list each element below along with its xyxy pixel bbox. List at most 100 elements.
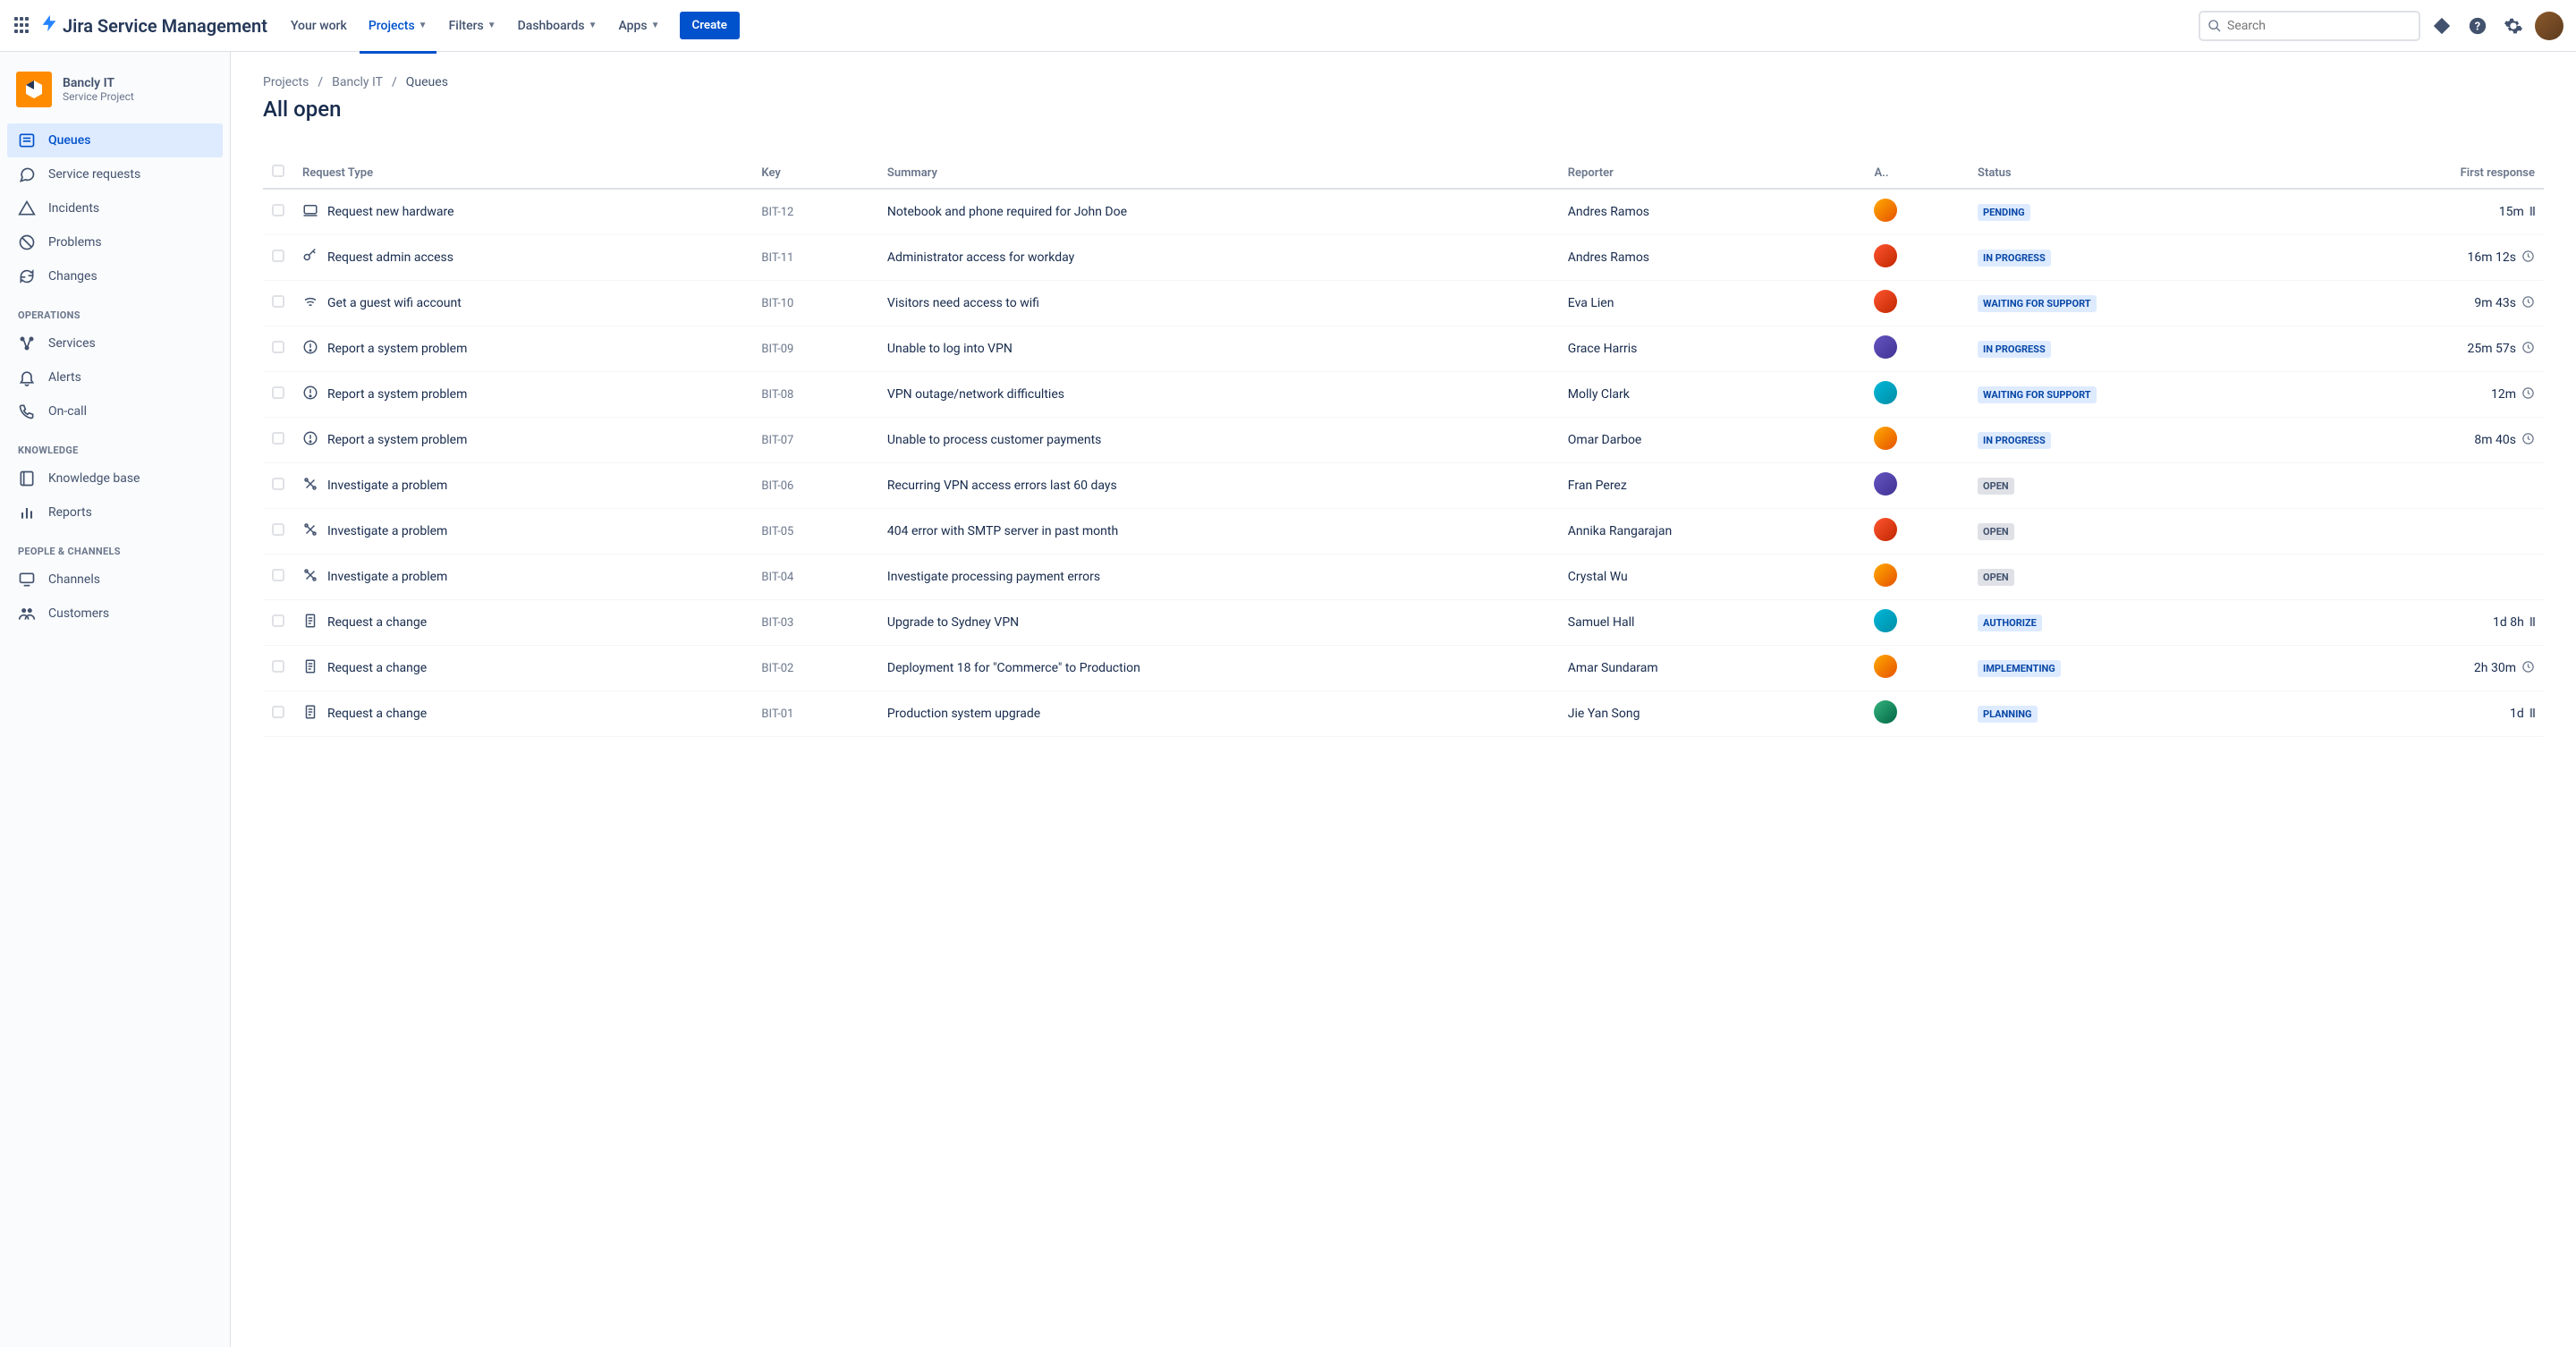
status-badge[interactable]: PLANNING [1978, 706, 2038, 723]
user-avatar[interactable] [2535, 12, 2563, 40]
sidebar-item-service-requests[interactable]: Service requests [7, 157, 223, 191]
status-badge[interactable]: AUTHORIZE [1978, 614, 2042, 631]
issue-key[interactable]: BIT-09 [761, 343, 793, 356]
table-row[interactable]: Report a system problemBIT-09Unable to l… [263, 326, 2544, 372]
status-badge[interactable]: OPEN [1978, 478, 2014, 495]
summary[interactable]: VPN outage/network difficulties [887, 387, 1064, 402]
summary[interactable]: Unable to log into VPN [887, 342, 1013, 356]
table-row[interactable]: Report a system problemBIT-07Unable to p… [263, 418, 2544, 463]
nav-filters[interactable]: Filters▼ [440, 13, 505, 38]
app-switcher-icon[interactable] [13, 15, 34, 37]
summary[interactable]: Unable to process customer payments [887, 433, 1101, 447]
select-all-checkbox[interactable] [272, 165, 284, 177]
create-button[interactable]: Create [680, 12, 740, 39]
table-row[interactable]: Request new hardwareBIT-12Notebook and p… [263, 189, 2544, 235]
col-key[interactable]: Key [752, 157, 878, 189]
table-row[interactable]: Report a system problemBIT-08VPN outage/… [263, 372, 2544, 418]
summary[interactable]: Administrator access for workday [887, 250, 1074, 265]
assignee-avatar[interactable] [1874, 335, 1897, 359]
summary[interactable]: Deployment 18 for "Commerce" to Producti… [887, 661, 1140, 675]
col-assignee[interactable]: A.. [1865, 157, 1969, 189]
search-box[interactable] [2199, 11, 2420, 41]
row-checkbox[interactable] [272, 341, 284, 353]
sidebar-item-queues[interactable]: Queues [7, 123, 223, 157]
assignee-avatar[interactable] [1874, 290, 1897, 313]
row-checkbox[interactable] [272, 706, 284, 718]
sidebar-item-services[interactable]: Services [7, 326, 223, 360]
status-badge[interactable]: IN PROGRESS [1978, 250, 2051, 267]
status-badge[interactable]: WAITING FOR SUPPORT [1978, 386, 2097, 403]
help-icon[interactable]: ? [2463, 12, 2492, 40]
sidebar-item-alerts[interactable]: Alerts [7, 360, 223, 394]
assignee-avatar[interactable] [1874, 472, 1897, 496]
sidebar-item-knowledge-base[interactable]: Knowledge base [7, 462, 223, 496]
settings-icon[interactable] [2499, 12, 2528, 40]
summary[interactable]: Notebook and phone required for John Doe [887, 205, 1127, 219]
assignee-avatar[interactable] [1874, 563, 1897, 587]
row-checkbox[interactable] [272, 523, 284, 536]
status-badge[interactable]: WAITING FOR SUPPORT [1978, 295, 2097, 312]
assignee-avatar[interactable] [1874, 655, 1897, 678]
assignee-avatar[interactable] [1874, 199, 1897, 222]
nav-your-work[interactable]: Your work [282, 13, 356, 38]
nav-apps[interactable]: Apps▼ [610, 13, 669, 38]
col-reporter[interactable]: Reporter [1559, 157, 1866, 189]
table-row[interactable]: Get a guest wifi accountBIT-10Visitors n… [263, 281, 2544, 326]
sidebar-item-incidents[interactable]: Incidents [7, 191, 223, 225]
summary[interactable]: 404 error with SMTP server in past month [887, 524, 1118, 538]
row-checkbox[interactable] [272, 660, 284, 673]
summary[interactable]: Production system upgrade [887, 707, 1040, 721]
project-header[interactable]: Bancly IT Service Project [7, 66, 223, 123]
issue-key[interactable]: BIT-06 [761, 479, 793, 493]
summary[interactable]: Recurring VPN access errors last 60 days [887, 479, 1117, 493]
assignee-avatar[interactable] [1874, 518, 1897, 541]
assignee-avatar[interactable] [1874, 609, 1897, 632]
table-row[interactable]: Request a changeBIT-01Production system … [263, 691, 2544, 737]
sidebar-item-customers[interactable]: Customers [7, 597, 223, 631]
row-checkbox[interactable] [272, 614, 284, 627]
table-row[interactable]: Investigate a problemBIT-06Recurring VPN… [263, 463, 2544, 509]
nav-dashboards[interactable]: Dashboards▼ [509, 13, 606, 38]
issue-key[interactable]: BIT-12 [761, 206, 793, 219]
sidebar-item-changes[interactable]: Changes [7, 259, 223, 293]
row-checkbox[interactable] [272, 386, 284, 399]
status-badge[interactable]: OPEN [1978, 523, 2014, 540]
table-row[interactable]: Request a changeBIT-03Upgrade to Sydney … [263, 600, 2544, 646]
status-badge[interactable]: PENDING [1978, 204, 2030, 221]
sidebar-item-channels[interactable]: Channels [7, 563, 223, 597]
row-checkbox[interactable] [272, 250, 284, 262]
col-status[interactable]: Status [1969, 157, 2311, 189]
sidebar-item-problems[interactable]: Problems [7, 225, 223, 259]
row-checkbox[interactable] [272, 432, 284, 445]
assignee-avatar[interactable] [1874, 700, 1897, 724]
issue-key[interactable]: BIT-04 [761, 571, 793, 584]
row-checkbox[interactable] [272, 478, 284, 490]
row-checkbox[interactable] [272, 204, 284, 216]
crumb-project[interactable]: Bancly IT [332, 75, 383, 89]
issue-key[interactable]: BIT-11 [761, 251, 793, 265]
summary[interactable]: Upgrade to Sydney VPN [887, 615, 1019, 630]
issue-key[interactable]: BIT-01 [761, 707, 793, 721]
status-badge[interactable]: IN PROGRESS [1978, 432, 2051, 449]
assignee-avatar[interactable] [1874, 381, 1897, 404]
sidebar-item-on-call[interactable]: On-call [7, 394, 223, 428]
summary[interactable]: Investigate processing payment errors [887, 570, 1100, 584]
status-badge[interactable]: OPEN [1978, 569, 2014, 586]
status-badge[interactable]: IN PROGRESS [1978, 341, 2051, 358]
issue-key[interactable]: BIT-07 [761, 434, 793, 447]
issue-key[interactable]: BIT-08 [761, 388, 793, 402]
table-row[interactable]: Investigate a problemBIT-05404 error wit… [263, 509, 2544, 555]
notifications-icon[interactable] [2428, 12, 2456, 40]
nav-projects[interactable]: Projects▼ [360, 13, 436, 38]
sidebar-item-reports[interactable]: Reports [7, 496, 223, 529]
issue-key[interactable]: BIT-02 [761, 662, 793, 675]
issue-key[interactable]: BIT-05 [761, 525, 793, 538]
col-summary[interactable]: Summary [878, 157, 1559, 189]
issue-key[interactable]: BIT-03 [761, 616, 793, 630]
col-request-type[interactable]: Request Type [293, 157, 752, 189]
assignee-avatar[interactable] [1874, 244, 1897, 267]
product-logo[interactable]: Jira Service Management [39, 13, 267, 38]
table-row[interactable]: Investigate a problemBIT-04Investigate p… [263, 555, 2544, 600]
search-input[interactable] [2227, 19, 2411, 33]
row-checkbox[interactable] [272, 295, 284, 308]
